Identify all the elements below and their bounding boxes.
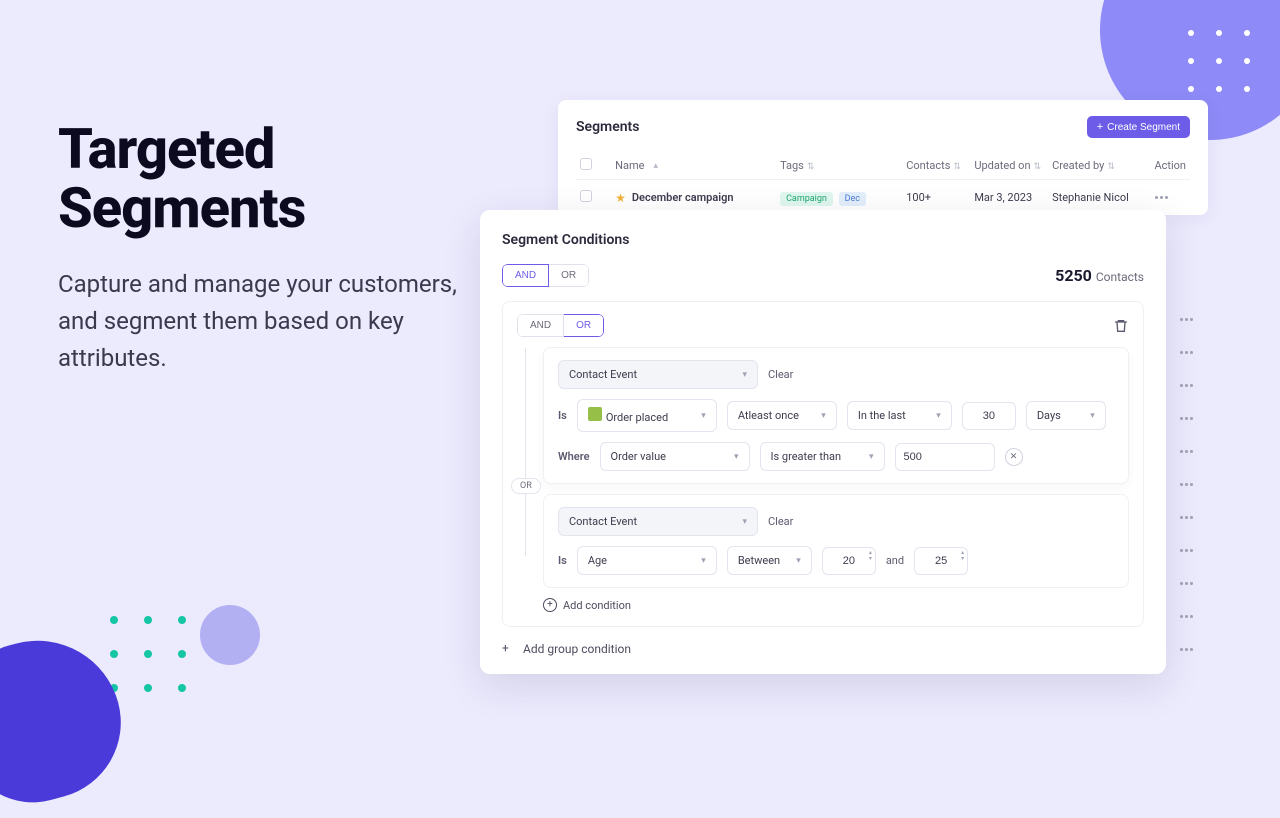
decoration-circle-mid <box>200 605 260 665</box>
tag-campaign: Campaign <box>780 192 833 206</box>
group-logic-toggle[interactable]: AND OR <box>502 264 589 287</box>
row-name: December campaign <box>632 191 734 204</box>
chevron-down-icon: ▾ <box>701 556 706 566</box>
col-name[interactable]: Name <box>615 159 644 172</box>
select-all-checkbox[interactable] <box>580 158 592 170</box>
sort-icon: ▴ <box>653 161 658 171</box>
sort-icon: ⇅ <box>1034 162 1042 172</box>
type-select[interactable]: Contact Event▾ <box>558 360 758 389</box>
chevron-down-icon: ▾ <box>742 370 747 380</box>
hero-title: Targeted Segments <box>58 120 458 238</box>
chevron-down-icon: ▾ <box>742 517 747 527</box>
type-select[interactable]: Contact Event▾ <box>558 507 758 536</box>
and-toggle[interactable]: AND <box>517 314 564 337</box>
row-updated: Mar 3, 2023 <box>970 191 1048 204</box>
chevron-down-icon: ▾ <box>821 411 826 421</box>
window-number-input[interactable] <box>962 402 1016 430</box>
hero-subtitle: Capture and manage your customers, and s… <box>58 266 458 378</box>
row-action-menu[interactable] <box>1174 578 1198 589</box>
create-segment-button[interactable]: + Create Segment <box>1087 116 1190 138</box>
plus-circle-icon: + <box>502 641 517 656</box>
row-action-menu[interactable] <box>1174 479 1198 490</box>
decoration-dots-mid <box>110 616 186 692</box>
row-action-menu[interactable] <box>1174 314 1198 325</box>
col-tags[interactable]: Tags <box>780 159 804 172</box>
chevron-down-icon: ▾ <box>796 556 801 566</box>
shopify-icon <box>588 407 602 421</box>
where-label: Where <box>558 450 590 463</box>
add-group-condition-button[interactable]: + Add group condition <box>502 641 1144 656</box>
row-action-menu[interactable] <box>1174 347 1198 358</box>
stepper-arrows[interactable]: ▴▾ <box>869 550 872 562</box>
where-op-select[interactable]: Is greater than▾ <box>760 442 885 471</box>
row-action-menu[interactable] <box>1174 413 1198 424</box>
field-select[interactable]: Age▾ <box>577 546 717 575</box>
add-condition-button[interactable]: + Add condition <box>543 598 1129 612</box>
sort-icon: ⇅ <box>953 162 961 172</box>
is-label: Is <box>558 409 567 422</box>
row-checkbox[interactable] <box>580 190 592 202</box>
or-toggle[interactable]: OR <box>549 264 589 287</box>
row-action-menu[interactable] <box>1174 446 1198 457</box>
chevron-down-icon: ▾ <box>1090 411 1095 421</box>
where-field-select[interactable]: Order value▾ <box>600 442 750 471</box>
create-segment-label: Create Segment <box>1107 122 1180 133</box>
row-action-menu[interactable] <box>1174 545 1198 556</box>
or-toggle[interactable]: OR <box>564 314 604 337</box>
window-select[interactable]: In the last▾ <box>847 401 952 430</box>
unit-select[interactable]: Days▾ <box>1026 401 1106 430</box>
remove-where-button[interactable]: ✕ <box>1005 448 1023 466</box>
tag-dec: Dec <box>839 192 866 206</box>
col-action: Action <box>1154 159 1186 172</box>
chevron-down-icon: ▾ <box>701 411 706 421</box>
segment-conditions-card: Segment Conditions AND OR 5250Contacts A… <box>480 210 1166 674</box>
chevron-down-icon: ▾ <box>869 452 874 462</box>
stacked-action-menus <box>1174 314 1198 655</box>
connector-line <box>525 348 526 556</box>
conditions-title: Segment Conditions <box>502 232 1144 248</box>
to-input[interactable] <box>914 547 968 575</box>
row-action-menu[interactable] <box>1174 380 1198 391</box>
where-value-input[interactable] <box>895 443 995 471</box>
chevron-down-icon: ▾ <box>734 452 739 462</box>
is-label: Is <box>558 554 567 567</box>
event-select[interactable]: Order placed ▾ <box>577 399 717 432</box>
segments-panel: Segments + Create Segment Name▴ Tags⇅ Co… <box>558 100 1208 215</box>
operator-select[interactable]: Between▾ <box>727 546 812 575</box>
or-badge: OR <box>511 478 541 494</box>
segments-title: Segments <box>576 119 639 135</box>
col-contacts[interactable]: Contacts <box>906 159 950 172</box>
frequency-select[interactable]: Atleast once▾ <box>727 401 837 430</box>
chevron-down-icon: ▾ <box>936 411 941 421</box>
col-created-by[interactable]: Created by <box>1052 159 1104 172</box>
row-contacts: 100+ <box>902 191 970 204</box>
decoration-dots-top <box>1188 30 1250 92</box>
star-icon[interactable]: ★ <box>615 191 626 205</box>
sort-icon: ⇅ <box>1107 162 1115 172</box>
clear-button[interactable]: Clear <box>768 368 793 381</box>
stepper-arrows[interactable]: ▴▾ <box>961 550 964 562</box>
from-input[interactable] <box>822 547 876 575</box>
row-action-menu[interactable] <box>1149 192 1173 203</box>
and-toggle[interactable]: AND <box>502 264 549 287</box>
rule-logic-toggle[interactable]: AND OR <box>517 314 604 337</box>
row-action-menu[interactable] <box>1174 611 1198 622</box>
contacts-count: 5250Contacts <box>1055 266 1144 285</box>
clear-button[interactable]: Clear <box>768 515 793 528</box>
and-word: and <box>886 554 904 567</box>
rule-block-1: Contact Event▾ Clear Is Order placed ▾ A… <box>543 347 1129 484</box>
plus-circle-icon: + <box>543 598 557 612</box>
condition-group: AND OR Contact Event▾ Clear Is Order pla… <box>502 301 1144 627</box>
rule-block-2: Contact Event▾ Clear Is Age▾ Between▾ ▴▾… <box>543 494 1129 588</box>
row-action-menu[interactable] <box>1174 512 1198 523</box>
col-updated[interactable]: Updated on <box>974 159 1030 172</box>
row-created-by: Stephanie Nicol <box>1048 191 1145 204</box>
row-action-menu[interactable] <box>1174 644 1198 655</box>
sort-icon: ⇅ <box>807 162 815 172</box>
plus-icon: + <box>1097 121 1103 133</box>
trash-icon[interactable] <box>1113 318 1129 334</box>
